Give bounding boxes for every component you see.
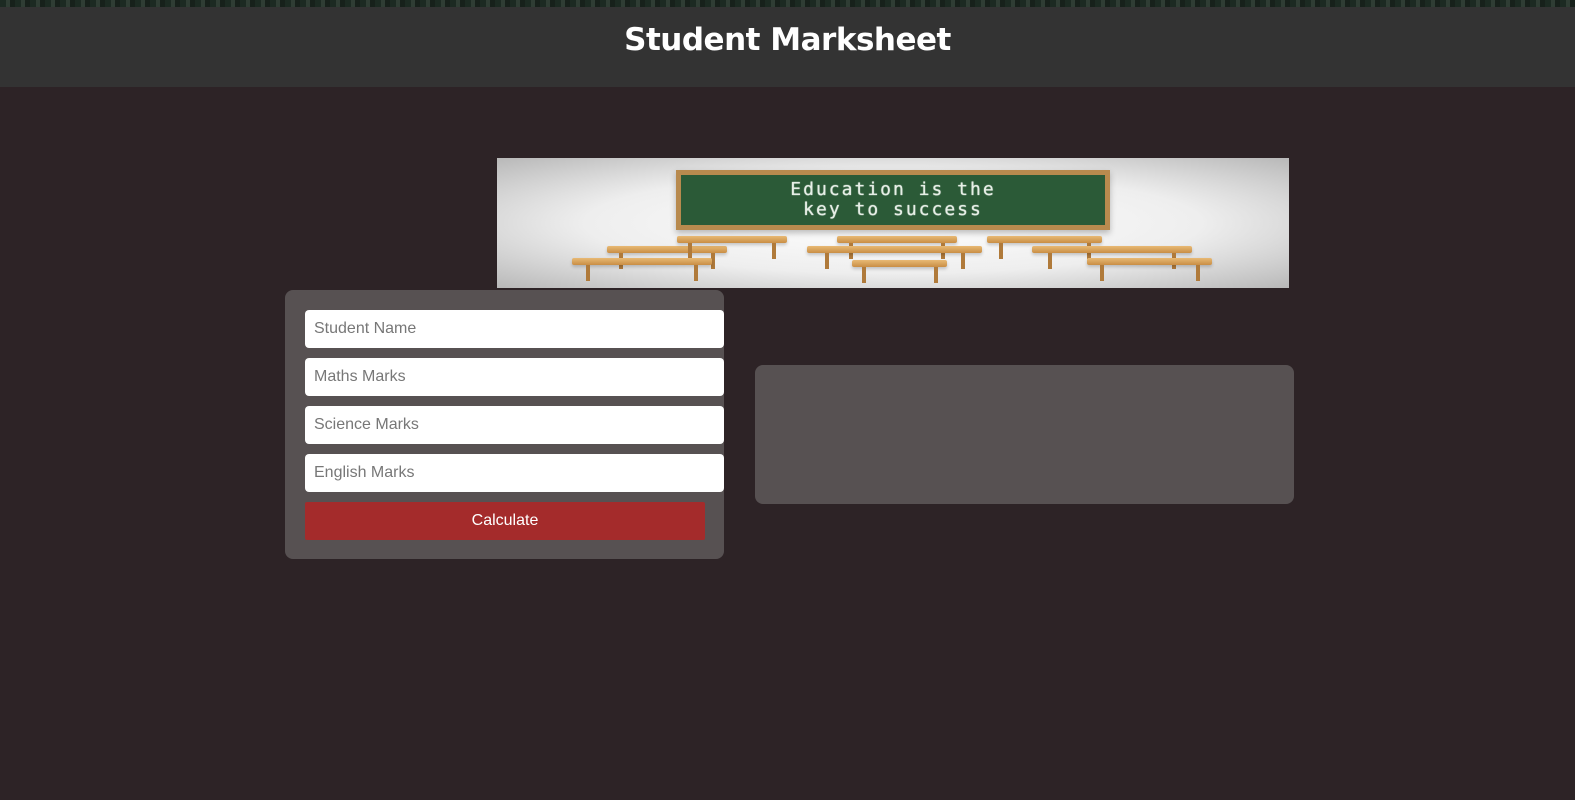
education-banner-image: Education is the key to success xyxy=(497,158,1289,288)
desk xyxy=(572,258,712,281)
desk xyxy=(807,246,982,269)
maths-marks-input[interactable] xyxy=(305,358,724,396)
student-name-input[interactable] xyxy=(305,310,724,348)
english-marks-input[interactable] xyxy=(305,454,724,492)
desk xyxy=(987,236,1102,259)
page-header: Student Marksheet xyxy=(0,7,1575,87)
chalkboard-text-line-2: key to success xyxy=(803,199,983,220)
desk xyxy=(1087,258,1212,281)
desk xyxy=(837,236,957,259)
top-texture-strip xyxy=(0,0,1575,7)
page-title: Student Marksheet xyxy=(624,22,951,58)
calculate-button[interactable]: Calculate xyxy=(305,502,705,540)
chalkboard: Education is the key to success xyxy=(676,170,1110,230)
desk xyxy=(677,236,787,259)
science-marks-input[interactable] xyxy=(305,406,724,444)
desk xyxy=(607,246,727,269)
desk xyxy=(852,260,947,283)
marks-form-card: Calculate xyxy=(285,290,724,559)
result-panel xyxy=(755,365,1294,504)
desk xyxy=(1032,246,1192,269)
chalkboard-text-line-1: Education is the xyxy=(790,179,996,200)
